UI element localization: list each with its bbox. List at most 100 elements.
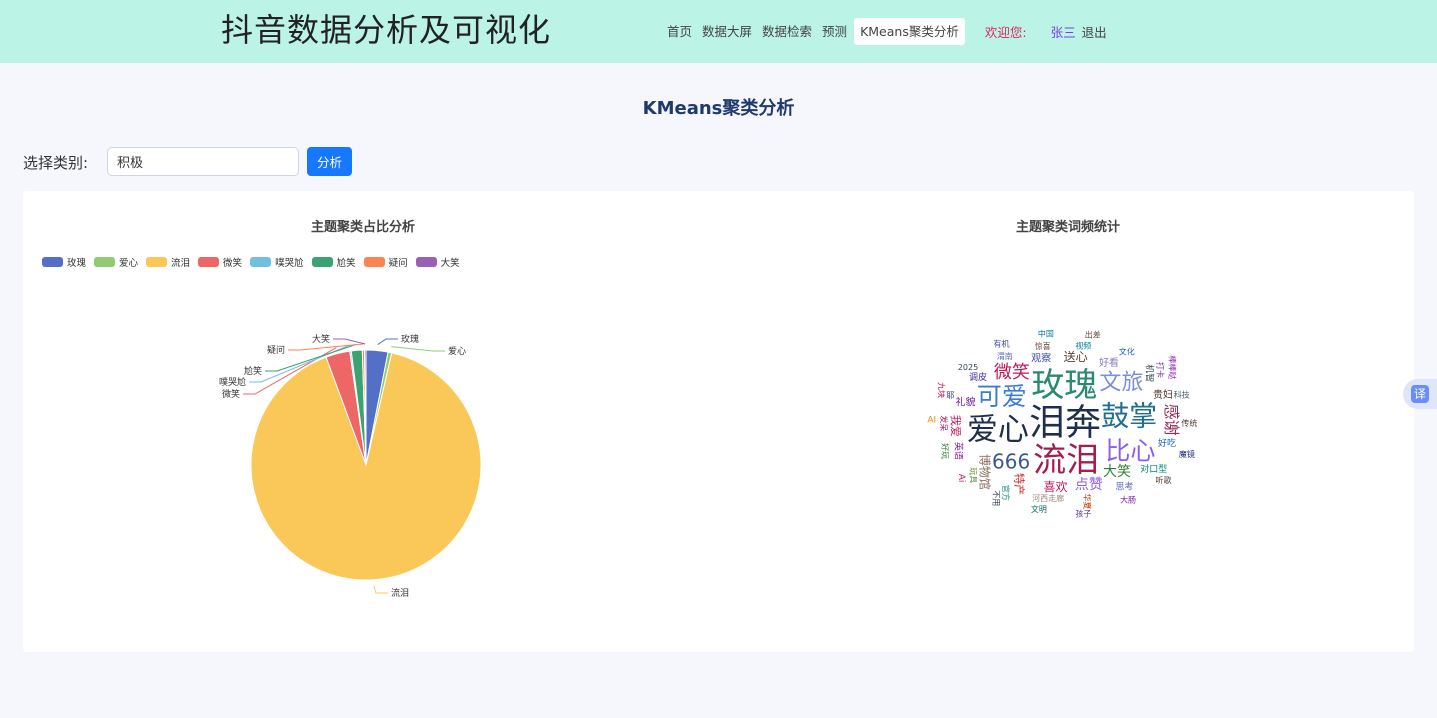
wordcloud-word: 不用 xyxy=(991,490,1000,506)
pie-label-line xyxy=(333,338,366,345)
wordcloud-word: 玩具 xyxy=(969,467,978,483)
category-label: 选择类别: xyxy=(23,154,89,172)
wordcloud-word: 打卡 xyxy=(1155,362,1165,378)
wordcloud-word: 传统 xyxy=(1181,418,1197,428)
pie-label: 爱心 xyxy=(448,346,466,357)
wordcloud-word: 比心 xyxy=(1105,436,1155,465)
wordcloud-word: 有机 xyxy=(993,339,1009,349)
wordcloud-word: 调皮 xyxy=(969,371,987,383)
wordcloud-word: 喜欢 xyxy=(1044,479,1068,494)
legend-label: 尬笑 xyxy=(336,258,356,269)
legend-item[interactable]: 尬笑 xyxy=(311,255,356,269)
legend-swatch xyxy=(146,257,168,267)
wordcloud-word: 河西走廊 xyxy=(1032,493,1064,503)
nav-predict[interactable]: 预测 xyxy=(817,18,852,45)
legend-label: 大笑 xyxy=(440,258,460,269)
wordcloud-word: 耶 xyxy=(946,391,954,400)
pie-chart-title: 主题聚类占比分析 xyxy=(311,220,416,235)
wordcloud-word: 特产 xyxy=(1012,473,1026,495)
legend-item[interactable]: 爱心 xyxy=(94,255,138,269)
wordcloud-word: 礼貌 xyxy=(956,395,976,408)
wordcloud-chart: 泪奔流泪 玫瑰爱心 鼓掌 可爱比心 文旅 666 微笑感谢大笑点赞 博物馆 喜欢 送心特产 观察 好看… xyxy=(927,329,1197,519)
page-title: KMeans聚类分析 xyxy=(642,98,795,119)
charts-panel: 主题聚类占比分析 玫瑰 爱心 流泪 微笑 噗哭尬 尬笑 疑问 大笑 玫瑰 爱心 流泪 微笑 噗哭尬 尬笑… xyxy=(23,191,1414,652)
wordcloud-word: 感谢 xyxy=(1162,404,1181,436)
legend-swatch xyxy=(415,257,437,267)
wordcloud-title: 主题聚类词频统计 xyxy=(1016,220,1121,235)
pie-chart: 玫瑰爱心流泪 微笑噗哭尬尬笑疑问 大笑 xyxy=(219,333,482,599)
legend-item[interactable]: 大笑 xyxy=(415,255,460,269)
legend-item[interactable]: 疑问 xyxy=(363,255,408,269)
legend-label: 微笑 xyxy=(223,258,243,269)
wordcloud-word: 官方 xyxy=(1001,485,1011,501)
wordcloud-word: 好看 xyxy=(1099,356,1119,369)
legend-item[interactable]: 流泪 xyxy=(146,255,190,269)
nav-search[interactable]: 数据检索 xyxy=(757,18,817,45)
wordcloud-word: 666 xyxy=(992,450,1030,474)
wordcloud-word: 流泪 xyxy=(1033,440,1099,479)
wordcloud-word: 思考 xyxy=(1115,481,1133,492)
wordcloud-word: 大笑 xyxy=(1103,464,1131,480)
wordcloud-word: 视频 xyxy=(1075,340,1091,350)
wordcloud-word: 听歌 xyxy=(1156,475,1172,485)
wordcloud-word: 对口型 xyxy=(1140,463,1167,475)
nav-dashboard[interactable]: 数据大屏 xyxy=(697,18,757,45)
wordcloud-word: 玫瑰 xyxy=(1031,365,1097,404)
pie-label: 噗哭尬 xyxy=(219,376,246,388)
legend-swatch xyxy=(363,257,385,267)
wordcloud-word: 好玩 xyxy=(941,443,951,459)
wordcloud-word: Ai xyxy=(956,474,966,483)
wordcloud-word: 我爱 xyxy=(949,415,962,437)
wordcloud-word: 中国 xyxy=(1038,329,1054,339)
pie-label-line xyxy=(377,338,398,345)
wordcloud-word: 机智 xyxy=(1143,364,1155,382)
wordcloud-word: 送心 xyxy=(1064,349,1088,364)
wordcloud-word: 好吃 xyxy=(1158,437,1176,449)
nav-home[interactable]: 首页 xyxy=(662,18,697,45)
wordcloud-word: 可爱 xyxy=(977,382,1027,411)
pie-label: 疑问 xyxy=(267,344,285,356)
top-navbar: 抖音数据分析及可视化 首页 数据大屏 数据检索 预测 KMeans聚类分析 欢迎… xyxy=(0,0,1437,63)
legend-label: 爱心 xyxy=(119,258,139,269)
translate-button[interactable]: 译 xyxy=(1403,379,1437,409)
legend-label: 流泪 xyxy=(171,258,191,269)
legend-item[interactable]: 噗哭尬 xyxy=(250,255,304,269)
wordcloud-word: 出差 xyxy=(1085,329,1101,339)
wordcloud-word: 2025 xyxy=(958,363,978,372)
pie-label: 流泪 xyxy=(391,587,409,599)
wordcloud-word: 孩子 xyxy=(1075,508,1091,518)
pie-label-line xyxy=(373,585,388,594)
pie-label: 微笑 xyxy=(222,388,240,400)
wordcloud-word: 科技 xyxy=(1174,389,1190,399)
wordcloud-word: 九块 xyxy=(936,382,946,398)
pie-label: 尬笑 xyxy=(244,365,262,377)
legend-swatch xyxy=(94,257,116,267)
legend-label: 玫瑰 xyxy=(67,258,87,269)
wordcloud-word: 棒棒哒 xyxy=(1167,355,1177,379)
nav-kmeans[interactable]: KMeans聚类分析 xyxy=(854,18,965,45)
wordcloud-word: 文旅 xyxy=(1099,371,1143,396)
legend-swatch xyxy=(198,257,220,267)
wordcloud-word: 文明 xyxy=(1031,504,1047,514)
legend-label: 疑问 xyxy=(388,258,408,269)
welcome-text: 欢迎您: xyxy=(984,25,1027,40)
wordcloud-word: 华夏 xyxy=(1082,494,1092,510)
wordcloud-word: AI xyxy=(927,415,936,425)
wordcloud-word: 贵妇 xyxy=(1153,388,1173,401)
wordcloud-word: 发呆 xyxy=(939,415,949,431)
legend-label: 噗哭尬 xyxy=(275,258,304,269)
category-input[interactable] xyxy=(107,147,299,176)
wordcloud-word: 渭南 xyxy=(997,351,1013,361)
analyze-button[interactable]: 分析 xyxy=(307,147,352,176)
logout-link[interactable]: 退出 xyxy=(1082,22,1107,41)
wordcloud-word: 泪奔 xyxy=(1029,403,1101,444)
legend-swatch xyxy=(42,257,63,267)
wordcloud-word: 爱心 xyxy=(967,412,1029,448)
pie-label-line xyxy=(391,346,445,352)
username-link[interactable]: 张三 xyxy=(1051,22,1076,41)
translate-icon: 译 xyxy=(1411,385,1429,403)
legend-item[interactable]: 微笑 xyxy=(198,255,242,269)
legend-swatch xyxy=(250,257,272,267)
legend-item[interactable]: 玫瑰 xyxy=(42,255,86,269)
pie-legend: 玫瑰 爱心 流泪 微笑 噗哭尬 尬笑 疑问 大笑 xyxy=(42,255,468,269)
